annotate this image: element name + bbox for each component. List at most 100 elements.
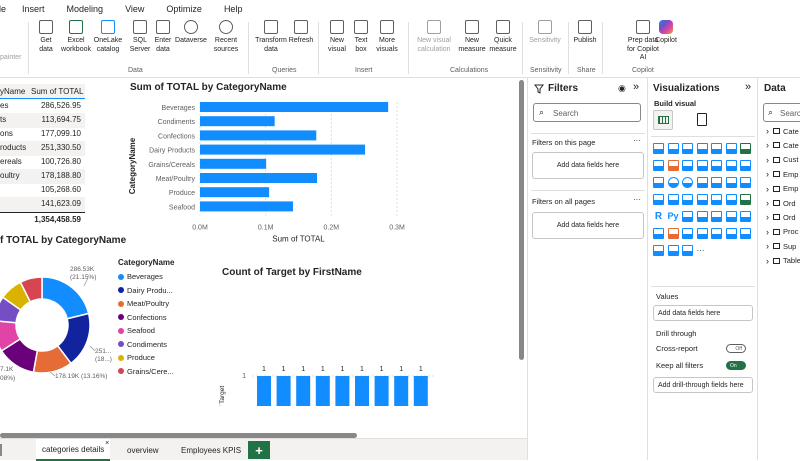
paginated-icon[interactable] [653, 228, 664, 239]
shape-icon[interactable] [653, 245, 664, 256]
menu-help[interactable]: Help [224, 4, 243, 14]
button-icon[interactable] [740, 228, 751, 239]
copilot-button[interactable]: Copilot [646, 20, 686, 46]
filled-map-icon[interactable] [725, 177, 737, 188]
quick-measure-button[interactable]: Quick measure [483, 20, 523, 54]
slicer-icon[interactable] [725, 194, 737, 205]
sensitivity-button[interactable]: Sensitivity [525, 20, 565, 46]
keep-all-filters-toggle[interactable]: On [726, 361, 746, 370]
stacked-bar-icon[interactable] [653, 143, 664, 154]
python-visual-icon[interactable] [682, 211, 693, 222]
format-painter-label[interactable]: painter [0, 54, 21, 61]
menu-insert[interactable]: Insert [22, 4, 45, 14]
menu-optimize[interactable]: Optimize [166, 4, 202, 14]
card-icon[interactable] [682, 194, 693, 205]
values-drop-zone[interactable]: Add data fields here [653, 305, 753, 321]
more-visuals-button[interactable]: More visuals [367, 20, 407, 54]
add-page-button[interactable]: + [248, 441, 270, 459]
line-stacked-icon[interactable] [696, 160, 708, 171]
narrative-icon[interactable] [740, 211, 751, 222]
clustered-column-icon[interactable] [696, 143, 708, 154]
scatter-icon[interactable] [653, 177, 664, 188]
ribbon-chart-icon[interactable] [711, 160, 722, 171]
map-icon[interactable] [711, 177, 722, 188]
stacked-area-icon[interactable] [667, 160, 679, 171]
r-visual-icon[interactable]: Py [668, 211, 679, 222]
pie-icon[interactable] [667, 177, 679, 188]
eye-icon[interactable]: ◉ [618, 83, 626, 94]
chevron-right-icon[interactable]: › [766, 212, 769, 222]
chevron-right-icon[interactable]: › [766, 198, 769, 208]
publish-button[interactable]: Publish [565, 20, 605, 46]
legend-item[interactable]: Meat/Poultry [118, 297, 198, 311]
tab-employees-kpis[interactable]: Employees KPIS [175, 439, 247, 461]
more-options-icon[interactable]: ··· [633, 136, 641, 145]
chevron-right-icon[interactable]: › [766, 169, 769, 179]
menu-home[interactable]: le [0, 4, 6, 14]
more-icon[interactable]: ··· [697, 245, 708, 256]
line-column-icon[interactable] [682, 160, 693, 171]
data-table-item[interactable]: › Cate [766, 140, 799, 150]
filters-all-drop-zone[interactable]: Add data fields here [532, 212, 644, 239]
area-chart-icon[interactable] [653, 160, 664, 171]
text-icon[interactable] [667, 245, 679, 256]
power-apps-icon[interactable] [682, 228, 693, 239]
100-bar-icon[interactable] [711, 143, 722, 154]
refresh-button[interactable]: Refresh [281, 20, 321, 46]
shape-map-icon[interactable] [740, 177, 751, 188]
waterfall-icon[interactable] [725, 160, 737, 171]
100-column-icon[interactable] [725, 143, 737, 154]
legend-item[interactable]: Beverages [118, 270, 198, 284]
arcgis-icon[interactable] [711, 228, 722, 239]
donut-chart[interactable]: 286.53K(21.15%) 251...(18...) 178.19K (13.… [0, 256, 118, 396]
legend-item[interactable]: Confections [118, 311, 198, 325]
chevron-right-icon[interactable]: › [766, 126, 769, 136]
data-table-item[interactable]: › Cust [766, 155, 798, 165]
more-options-icon[interactable]: ··· [633, 195, 641, 204]
kpi-icon[interactable] [711, 194, 722, 205]
data-table-item[interactable]: › Emp [766, 184, 798, 194]
table-visual[interactable]: yName Sum of TOTAL es 286,526.95 ts 113,694… [0, 84, 86, 224]
menu-view[interactable]: View [125, 4, 144, 14]
filters-search-box[interactable]: ⌕ Search [533, 103, 641, 122]
cross-report-toggle[interactable]: Off [726, 344, 746, 353]
matrix-icon[interactable]: R [653, 211, 664, 222]
gauge-icon[interactable] [667, 194, 679, 205]
multi-card-icon[interactable] [696, 194, 708, 205]
recent-sources-button[interactable]: Recent sources [206, 20, 246, 54]
collapse-viz-icon[interactable]: » [745, 81, 751, 93]
data-table-item[interactable]: › Emp [766, 169, 798, 179]
legend-item[interactable]: Produce [118, 351, 198, 365]
close-icon[interactable]: × [105, 440, 109, 447]
bar-chart[interactable]: 0.0M 0.1M 0.2M 0.3M Beverages Condiments Confe… [125, 96, 415, 248]
build-visual-tab[interactable] [653, 110, 673, 130]
image-icon[interactable] [725, 228, 737, 239]
legend-item[interactable]: Dairy Produ... [118, 284, 198, 298]
table-icon[interactable] [740, 194, 751, 205]
data-table-item[interactable]: › Table [766, 256, 800, 266]
collapse-filters-icon[interactable]: » [633, 81, 639, 93]
data-search-box[interactable]: ⌕ Search [763, 103, 800, 122]
clustered-bar-icon[interactable] [682, 143, 693, 154]
funnel-icon[interactable] [740, 160, 751, 171]
data-table-item[interactable]: › Sup [766, 241, 796, 251]
qa-icon[interactable] [725, 211, 737, 222]
legend-item[interactable]: Condiments [118, 338, 198, 352]
legend-item[interactable]: Grains/Cere... [118, 365, 198, 379]
visual-calc-button[interactable]: New visual calculation [414, 20, 454, 54]
chevron-right-icon[interactable]: › [766, 227, 769, 237]
stacked-column-icon[interactable] [667, 143, 679, 154]
data-table-item[interactable]: › Ord [766, 198, 796, 208]
column-chart[interactable]: 101Andrew1Anne1Janet1Laura1Margaret1Mich… [216, 280, 444, 406]
chevron-icon[interactable] [682, 245, 693, 256]
tab-overview[interactable]: overview [121, 439, 165, 461]
data-table-item[interactable]: › Proc [766, 227, 798, 237]
metrics-icon[interactable] [667, 228, 679, 239]
line-chart-icon[interactable] [740, 143, 751, 154]
canvas-vertical-scrollbar[interactable] [519, 80, 524, 360]
treemap-icon[interactable] [696, 177, 708, 188]
drill-through-drop-zone[interactable]: Add drill-through fields here [653, 377, 753, 393]
data-table-item[interactable]: › Ord [766, 212, 796, 222]
chevron-right-icon[interactable]: › [766, 241, 769, 251]
power-automate-icon[interactable] [696, 228, 708, 239]
